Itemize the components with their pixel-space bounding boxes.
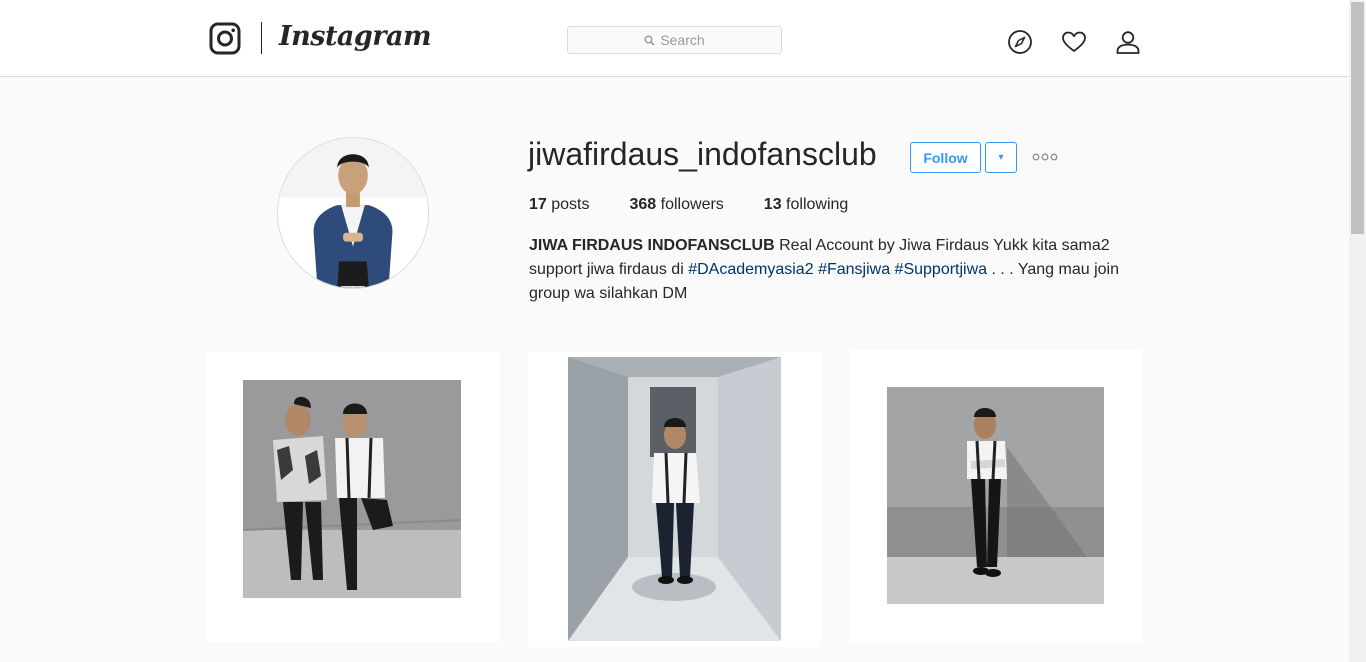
following-stat[interactable]: 13 following xyxy=(764,196,849,214)
following-label: following xyxy=(786,196,849,213)
profile-stats: 17 posts 368 followers 13 following xyxy=(529,196,888,214)
search-input[interactable]: Search xyxy=(567,26,782,54)
profile-avatar[interactable] xyxy=(277,137,429,289)
ellipsis-icon[interactable] xyxy=(1031,150,1059,164)
posts-label: posts xyxy=(551,196,590,213)
following-count: 13 xyxy=(763,196,782,213)
instagram-camera-icon[interactable] xyxy=(209,22,241,55)
post-photo[interactable] xyxy=(568,357,781,641)
user-icon[interactable] xyxy=(1115,29,1141,55)
hashtag-link[interactable]: #Fansjiwa xyxy=(818,261,890,278)
profile-username: jiwafirdaus_indofansclub xyxy=(528,136,877,172)
posts-count: 17 xyxy=(529,196,547,213)
search-placeholder: Search xyxy=(660,32,705,48)
compass-icon[interactable] xyxy=(1007,29,1033,55)
logo-divider xyxy=(261,22,262,54)
bio-full-name: JIWA FIRDAUS INDOFANSCLUB xyxy=(529,237,775,254)
followers-stat[interactable]: 368 followers xyxy=(630,196,724,214)
followers-count: 368 xyxy=(629,196,657,213)
post-photo[interactable] xyxy=(887,387,1104,604)
hashtag-link[interactable]: #Supportjiwa xyxy=(895,261,988,278)
search-icon xyxy=(644,35,655,46)
page-scrollbar-thumb[interactable] xyxy=(1351,2,1364,234)
instagram-wordmark[interactable]: Instagram xyxy=(279,21,432,52)
top-navigation-bar: Instagram Search xyxy=(0,0,1349,77)
posts-stat: 17 posts xyxy=(529,196,590,214)
heart-icon[interactable] xyxy=(1061,29,1087,55)
profile-bio: JIWA FIRDAUS INDOFANSCLUB Real Account b… xyxy=(529,234,1129,306)
followers-label: followers xyxy=(660,196,724,213)
hashtag-link[interactable]: #DAcademyasia2 xyxy=(688,261,813,278)
suggestions-dropdown-button[interactable]: ▾ xyxy=(985,142,1017,173)
follow-button[interactable]: Follow xyxy=(910,142,981,173)
post-photo[interactable] xyxy=(243,380,461,598)
